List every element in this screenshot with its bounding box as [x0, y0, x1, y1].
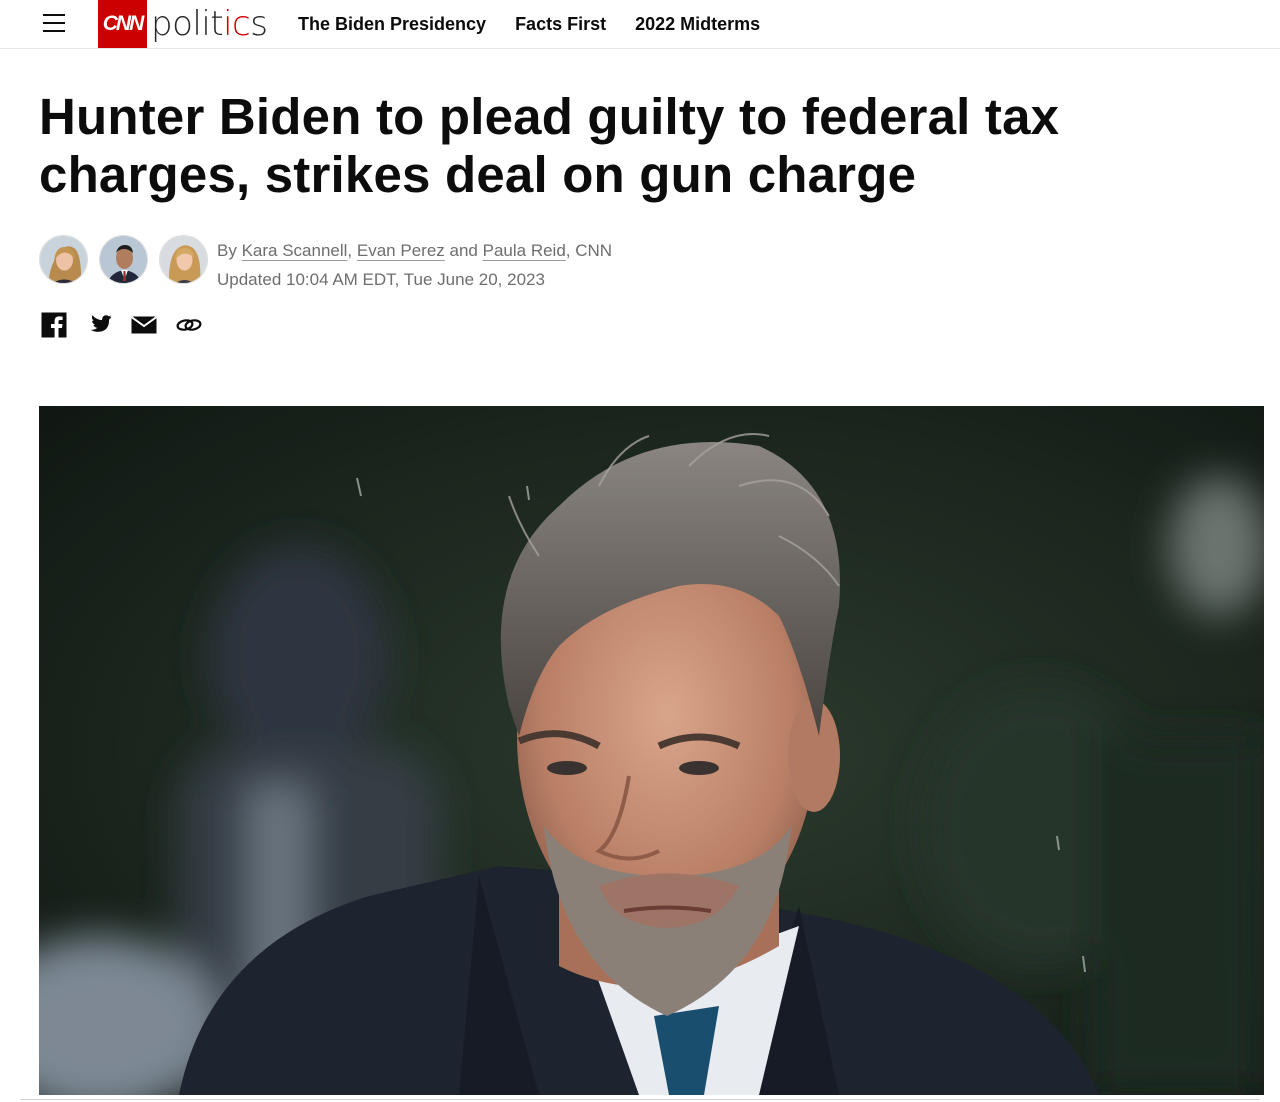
avatar-kara-scannell[interactable]: [39, 235, 88, 284]
author-avatars: [39, 235, 208, 284]
author-link-evan-perez[interactable]: Evan Perez: [357, 241, 445, 260]
byline-separator: ,: [347, 241, 353, 260]
twitter-icon[interactable]: [86, 312, 112, 338]
nav-link-facts-first[interactable]: Facts First: [515, 14, 606, 35]
updated-timestamp: Updated 10:04 AM EDT, Tue June 20, 2023: [217, 270, 545, 289]
author-line: By Kara Scannell, Evan Perez and Paula R…: [217, 236, 612, 265]
nav-link-biden-presidency[interactable]: The Biden Presidency: [298, 14, 486, 35]
hamburger-menu-icon[interactable]: [36, 10, 72, 38]
politics-wordmark: politics: [151, 4, 268, 44]
avatar-paula-reid[interactable]: [159, 235, 208, 284]
byline-conjunction: and: [449, 241, 478, 260]
article-byline: By Kara Scannell, Evan Perez and Paula R…: [217, 236, 612, 294]
section-nav: The Biden Presidency Facts First 2022 Mi…: [298, 0, 760, 48]
article-headline: Hunter Biden to plead guilty to federal …: [39, 88, 1060, 203]
avatar-evan-perez[interactable]: [99, 235, 148, 284]
article-lead-photo: [39, 406, 1264, 1095]
byline-prefix: By: [217, 241, 237, 260]
byline-source: , CNN: [565, 241, 613, 260]
divider: [20, 1099, 1260, 1100]
site-header: CNN politics The Biden Presidency Facts …: [0, 0, 1280, 49]
link-icon[interactable]: [176, 312, 202, 338]
share-bar: [41, 312, 202, 338]
author-link-paula-reid[interactable]: Paula Reid: [483, 241, 566, 260]
email-icon[interactable]: [131, 312, 157, 338]
facebook-icon[interactable]: [41, 312, 67, 338]
author-link-kara-scannell[interactable]: Kara Scannell: [242, 241, 348, 260]
nav-link-2022-midterms[interactable]: 2022 Midterms: [635, 14, 760, 35]
cnn-logo-mark: CNN: [98, 0, 147, 48]
cnn-politics-logo[interactable]: CNN politics: [98, 0, 268, 48]
